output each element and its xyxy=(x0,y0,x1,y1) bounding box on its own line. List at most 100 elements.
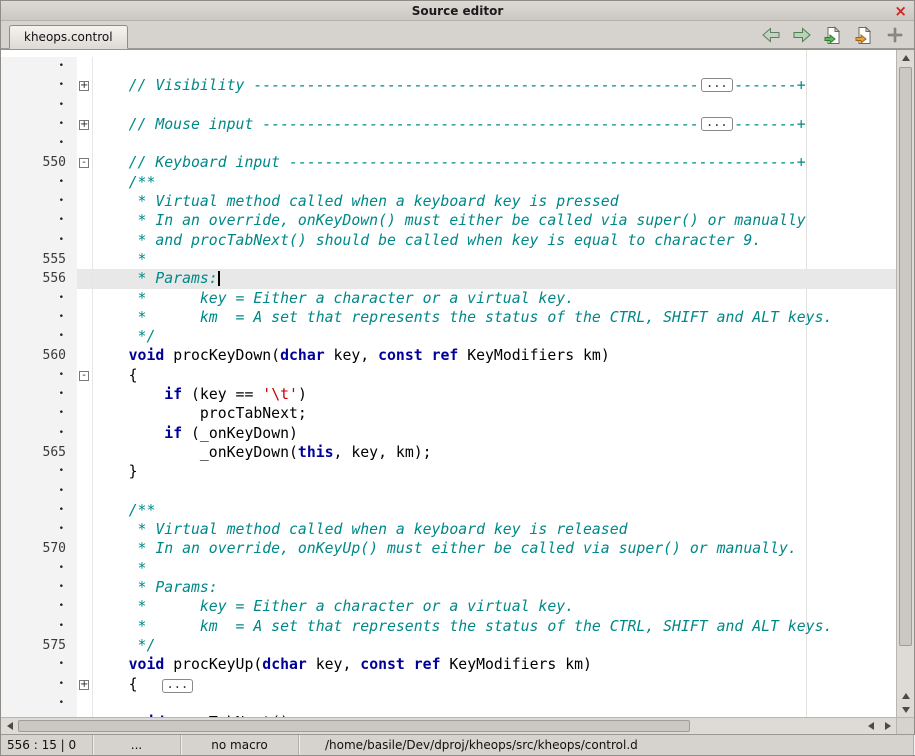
code-line[interactable]: • /** xyxy=(1,173,896,192)
vertical-scrollbar[interactable] xyxy=(896,50,914,717)
code-line[interactable]: •- { xyxy=(1,366,896,385)
line-number: • xyxy=(1,211,77,230)
fold-gutter xyxy=(77,134,93,153)
fold-expand-icon[interactable]: + xyxy=(79,120,89,130)
line-number: • xyxy=(1,192,77,211)
code-line[interactable]: • void procKeyUp(dchar key, const ref Ke… xyxy=(1,655,896,674)
code-line[interactable]: • xyxy=(1,57,896,76)
code-line[interactable]: • /** xyxy=(1,501,896,520)
code-line[interactable]: •+ // Visibility -----------------------… xyxy=(1,76,896,95)
code-line[interactable]: • * xyxy=(1,559,896,578)
code-line[interactable]: • xyxy=(1,482,896,501)
code-line[interactable]: • if (key == '\t') xyxy=(1,385,896,404)
code-line[interactable]: • } xyxy=(1,462,896,481)
vertical-scroll-track[interactable] xyxy=(897,66,914,689)
code-line[interactable]: • * Virtual method called when a keyboar… xyxy=(1,520,896,539)
titlebar[interactable]: Source editor × xyxy=(1,1,914,21)
code-line[interactable]: • * Params: xyxy=(1,578,896,597)
code-line[interactable]: • if (_onKeyDown) xyxy=(1,424,896,443)
detach-icon[interactable] xyxy=(884,24,906,46)
code-line[interactable]: • xyxy=(1,96,896,115)
collapsed-fold-ellipsis[interactable]: ... xyxy=(162,679,194,693)
horizontal-scroll-track[interactable] xyxy=(18,718,862,734)
line-number: 560 xyxy=(1,346,77,365)
vertical-scroll-thumb[interactable] xyxy=(899,67,912,646)
collapsed-fold-ellipsis[interactable]: ... xyxy=(701,117,733,131)
code-text: * key = Either a character or a virtual … xyxy=(93,597,896,616)
scroll-left-secondary-icon[interactable] xyxy=(862,718,879,734)
code-line[interactable]: • xyxy=(1,694,896,713)
line-number: 556 xyxy=(1,269,77,288)
line-number: • xyxy=(1,134,77,153)
code-area: ••+ // Visibility ----------------------… xyxy=(1,50,896,717)
code-line[interactable]: • * Virtual method called when a keyboar… xyxy=(1,192,896,211)
code-editor[interactable]: ••+ // Visibility ----------------------… xyxy=(1,50,896,717)
code-line[interactable]: 555 * xyxy=(1,250,896,269)
code-line[interactable]: • xyxy=(1,134,896,153)
forward-icon[interactable] xyxy=(791,24,813,46)
back-icon[interactable] xyxy=(760,24,782,46)
fold-gutter xyxy=(77,578,93,597)
code-line[interactable]: • * key = Either a character or a virtua… xyxy=(1,289,896,308)
code-line[interactable]: • * km = A set that represents the statu… xyxy=(1,308,896,327)
tab-kheops-control[interactable]: kheops.control xyxy=(9,25,128,49)
line-number: 575 xyxy=(1,636,77,655)
scroll-up-secondary-icon[interactable] xyxy=(897,689,914,703)
code-line[interactable]: 560 void procKeyDown(dchar key, const re… xyxy=(1,346,896,365)
fold-collapse-icon[interactable]: - xyxy=(79,158,89,168)
document-save-as-icon[interactable] xyxy=(853,24,875,46)
code-text: void procTabNext() xyxy=(93,713,896,717)
fold-gutter xyxy=(77,597,93,616)
code-line[interactable]: • * In an override, onKeyDown() must eit… xyxy=(1,211,896,230)
code-line[interactable]: • procTabNext; xyxy=(1,404,896,423)
code-line[interactable]: • * key = Either a character or a virtua… xyxy=(1,597,896,616)
code-line[interactable]: •+ {... xyxy=(1,675,896,694)
code-text: * In an override, onKeyUp() must either … xyxy=(93,539,896,558)
fold-gutter xyxy=(77,655,93,674)
line-number: • xyxy=(1,424,77,443)
close-icon[interactable]: × xyxy=(894,2,907,20)
code-text: * In an override, onKeyDown() must eithe… xyxy=(93,211,896,230)
code-line[interactable]: • void procTabNext() xyxy=(1,713,896,717)
fold-gutter: - xyxy=(77,366,93,385)
code-text: // Visibility --------------------------… xyxy=(93,76,896,95)
line-number: • xyxy=(1,327,77,346)
code-line[interactable]: 565 _onKeyDown(this, key, km); xyxy=(1,443,896,462)
horizontal-scroll-thumb[interactable] xyxy=(18,720,690,732)
fold-gutter xyxy=(77,346,93,365)
document-save-icon[interactable] xyxy=(822,24,844,46)
fold-gutter xyxy=(77,250,93,269)
fold-gutter xyxy=(77,539,93,558)
code-text: { xyxy=(93,366,896,385)
code-text: * Virtual method called when a keyboard … xyxy=(93,192,896,211)
scroll-right-icon[interactable] xyxy=(879,718,896,734)
code-line[interactable]: • * km = A set that represents the statu… xyxy=(1,617,896,636)
code-line-current[interactable]: 556 * Params: xyxy=(1,269,896,288)
fold-collapse-icon[interactable]: - xyxy=(79,371,89,381)
line-number: • xyxy=(1,404,77,423)
horizontal-scrollbar[interactable] xyxy=(1,718,896,734)
fold-gutter xyxy=(77,462,93,481)
code-text: void procKeyUp(dchar key, const ref KeyM… xyxy=(93,655,896,674)
scroll-left-icon[interactable] xyxy=(1,718,18,734)
fold-gutter xyxy=(77,559,93,578)
code-text: // Mouse input -------------------------… xyxy=(93,115,896,134)
line-number: • xyxy=(1,385,77,404)
code-line[interactable]: • */ xyxy=(1,327,896,346)
code-line[interactable]: 550- // Keyboard input -----------------… xyxy=(1,153,896,172)
code-line[interactable]: • * and procTabNext() should be called w… xyxy=(1,231,896,250)
collapsed-fold-ellipsis[interactable]: ... xyxy=(701,78,733,92)
fold-gutter xyxy=(77,385,93,404)
line-number: 550 xyxy=(1,153,77,172)
scroll-up-icon[interactable] xyxy=(897,50,914,66)
code-line[interactable]: 570 * In an override, onKeyUp() must eit… xyxy=(1,539,896,558)
code-line[interactable]: •+ // Mouse input ----------------------… xyxy=(1,115,896,134)
code-text: // Keyboard input ----------------------… xyxy=(93,153,896,172)
fold-gutter xyxy=(77,617,93,636)
code-text: */ xyxy=(93,636,896,655)
text-cursor xyxy=(218,271,220,286)
fold-expand-icon[interactable]: + xyxy=(79,680,89,690)
code-line[interactable]: 575 */ xyxy=(1,636,896,655)
scroll-down-icon[interactable] xyxy=(897,703,914,717)
fold-expand-icon[interactable]: + xyxy=(79,81,89,91)
